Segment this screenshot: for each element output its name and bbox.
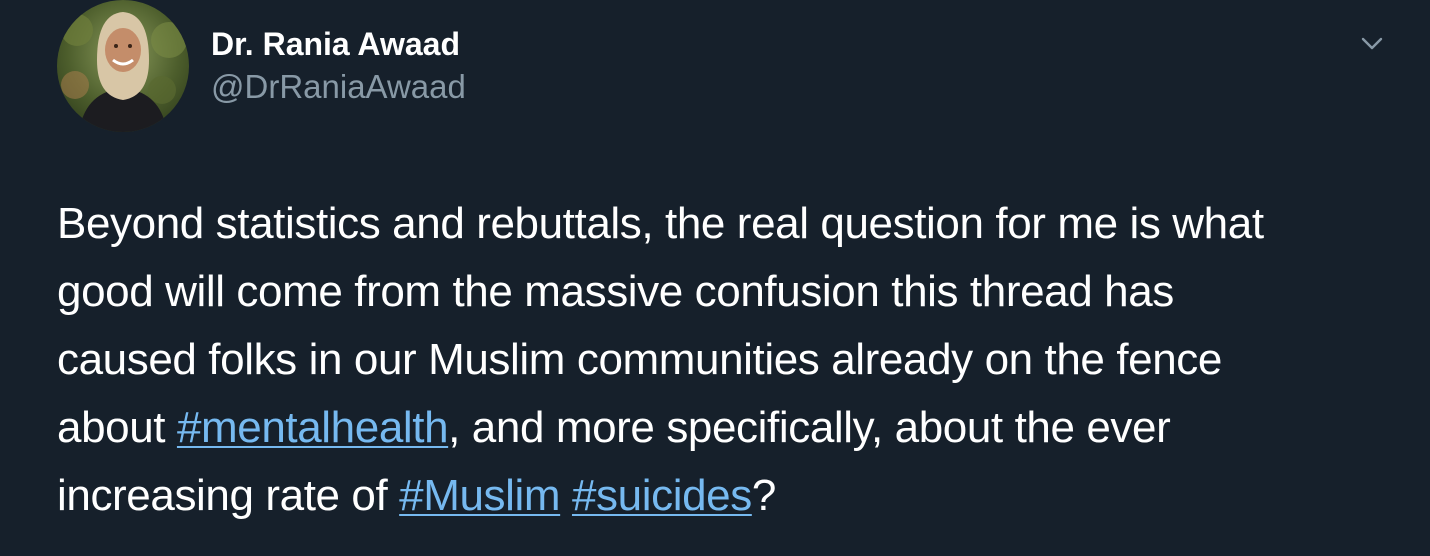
tweet-text-segment: ?: [751, 471, 776, 520]
author-handle[interactable]: @DrRaniaAwaad: [211, 65, 466, 109]
tweet-text: Beyond statistics and rebuttals, the rea…: [57, 190, 1387, 530]
tweet-line: increasing rate of #Muslim #suicides?: [57, 462, 1387, 530]
tweet-card: Dr. Rania Awaad @DrRaniaAwaad Beyond sta…: [0, 0, 1430, 556]
hashtag-suicides-link[interactable]: #suicides: [572, 471, 752, 520]
author-avatar[interactable]: [57, 0, 189, 132]
tweet-line: Beyond statistics and rebuttals, the rea…: [57, 199, 1264, 248]
author-display-name[interactable]: Dr. Rania Awaad: [211, 24, 466, 64]
chevron-down-icon[interactable]: [1360, 34, 1384, 54]
tweet-text-segment: , and more specifically, about the ever: [448, 403, 1171, 452]
author-names: Dr. Rania Awaad @DrRaniaAwaad: [211, 24, 466, 109]
tweet-line: caused folks in our Muslim communities a…: [57, 335, 1222, 384]
tweet-text-segment: increasing rate of: [57, 471, 400, 520]
tweet-line: about #mentalhealth, and more specifical…: [57, 394, 1387, 462]
tweet-line: good will come from the massive confusio…: [57, 267, 1174, 316]
tweet-text-segment: [560, 471, 572, 520]
hashtag-muslim-link[interactable]: #Muslim: [399, 471, 560, 520]
tweet-text-segment: about: [57, 403, 177, 452]
hashtag-mentalhealth-link[interactable]: #mentalhealth: [177, 403, 449, 452]
avatar-photo: [57, 0, 189, 132]
